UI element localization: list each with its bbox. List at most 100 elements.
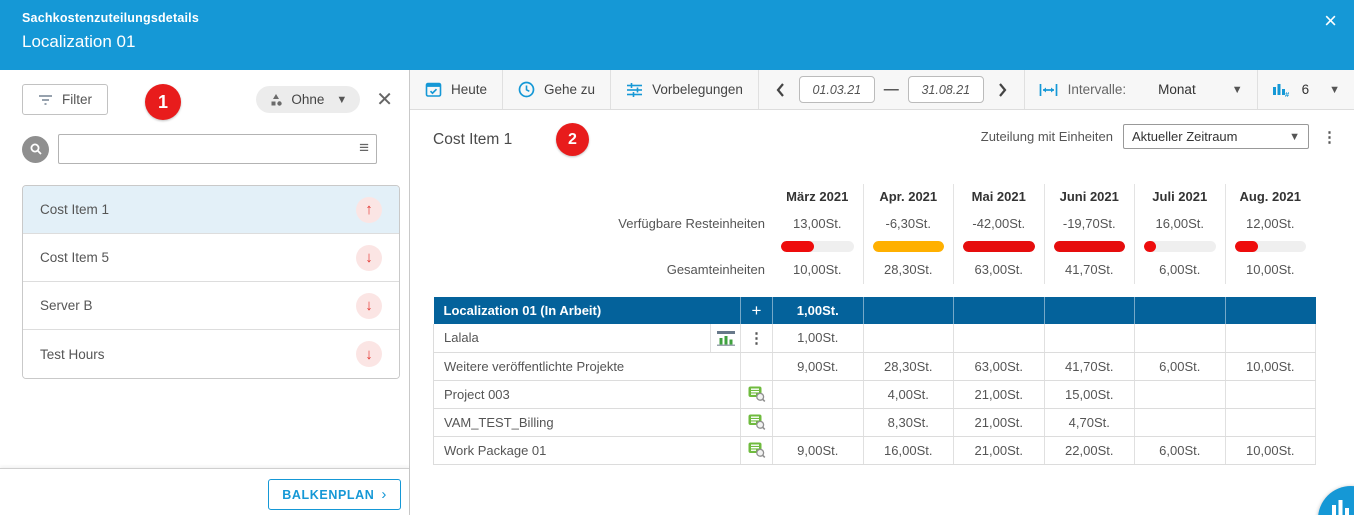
cell-value[interactable]	[1044, 324, 1135, 352]
today-button[interactable]: Heute	[410, 70, 503, 109]
table-row-other-projects[interactable]: Weitere veröffentlichte Projekte 9,00St.…	[434, 352, 1316, 380]
cell-value[interactable]	[954, 324, 1045, 352]
sidebar-controls: Filter Ohne ✕	[0, 70, 409, 115]
grouping-icon	[269, 93, 283, 107]
grouping-value: Ohne	[291, 92, 324, 107]
trend-up-icon: ↑	[356, 197, 382, 223]
available-units-label: Verfügbare Resteinheiten	[433, 209, 772, 238]
sidebar-search-row: ≡	[22, 134, 377, 164]
capacity-bar	[1134, 238, 1225, 255]
header-value	[863, 297, 954, 324]
sidebar-close-icon[interactable]: ✕	[376, 90, 393, 110]
date-range-dash: —	[884, 81, 899, 98]
header-value	[954, 297, 1045, 324]
period-select[interactable]: Aktueller Zeitraum	[1123, 124, 1309, 149]
filter-button[interactable]: Filter	[22, 84, 108, 115]
row-name: VAM_TEST_Billing	[434, 408, 741, 436]
prev-period-icon[interactable]	[770, 82, 790, 98]
row-menu-icon[interactable]	[746, 330, 767, 347]
month-header: Aug. 2021	[1225, 184, 1316, 209]
cell-value: 6,00St.	[1135, 436, 1226, 464]
chevron-down-icon	[1232, 84, 1243, 96]
chart-fab-button[interactable]	[1318, 486, 1354, 515]
total-value: 28,30St.	[863, 255, 954, 284]
interval-range-icon	[1039, 83, 1058, 97]
allocation-table: Localization 01 (In Arbeit) + 1,00St. La…	[433, 297, 1316, 465]
cell-value: 10,00St.	[1225, 352, 1316, 380]
search-options-icon[interactable]: ≡	[359, 138, 369, 158]
cell-value	[773, 380, 864, 408]
cell-value: 15,00St.	[1044, 380, 1135, 408]
available-value: 13,00St.	[772, 209, 863, 238]
cell-value[interactable]	[1135, 324, 1226, 352]
cell-value[interactable]	[863, 324, 954, 352]
capacity-bar	[953, 238, 1044, 255]
cell-value	[773, 408, 864, 436]
cell-value: 10,00St.	[1225, 436, 1316, 464]
table-row-vam-test-billing[interactable]: VAM_TEST_Billing 8,30St. 21,00St. 4,70St…	[434, 408, 1316, 436]
filter-label: Filter	[62, 92, 92, 107]
list-item-cost-item-1[interactable]: Cost Item 1 ↑	[23, 186, 399, 234]
sidebar: Filter Ohne ✕ 1 ≡	[0, 70, 410, 515]
svg-text:#: #	[1285, 90, 1290, 97]
next-period-icon[interactable]	[993, 82, 1013, 98]
more-options-icon[interactable]	[1319, 128, 1340, 146]
annotation-badge-2: 2	[556, 123, 589, 156]
document-preview-icon[interactable]	[748, 386, 766, 402]
cell-value[interactable]	[1225, 324, 1316, 352]
cell-value[interactable]: 1,00St.	[773, 324, 864, 352]
table-row-project-003[interactable]: Project 003 4,00St. 21,00St. 15,00St.	[434, 380, 1316, 408]
month-header: März 2021	[772, 184, 863, 209]
header-value	[1225, 297, 1316, 324]
total-value: 10,00St.	[1225, 255, 1316, 284]
month-header: Mai 2021	[953, 184, 1044, 209]
table-row-work-package-01[interactable]: Work Package 01 9,00St. 16,00St. 21,00St…	[434, 436, 1316, 464]
dialog-subtitle: Localization 01	[22, 32, 1354, 52]
date-to-input[interactable]	[908, 76, 984, 103]
available-value: 16,00St.	[1134, 209, 1225, 238]
capacity-bar	[863, 238, 954, 255]
cell-value: 21,00St.	[954, 436, 1045, 464]
cell-value: 4,70St.	[1044, 408, 1135, 436]
list-item-server-b[interactable]: Server B ↓	[23, 282, 399, 330]
trend-down-icon: ↓	[356, 341, 382, 367]
list-item-test-hours[interactable]: Test Hours ↓	[23, 330, 399, 378]
search-input[interactable]	[58, 134, 377, 164]
balkenplan-label: BALKENPLAN	[282, 488, 374, 502]
dialog-header: Sachkostenzuteilungsdetails Localization…	[0, 0, 1354, 70]
annotation-badge-1: 1	[145, 84, 181, 120]
month-header: Juni 2021	[1044, 184, 1135, 209]
balkenplan-button[interactable]: BALKENPLAN›	[268, 479, 401, 510]
cell-value: 8,30St.	[863, 408, 954, 436]
chart-count-value: 6	[1302, 82, 1310, 97]
allocation-label: Zuteilung mit Einheiten	[981, 129, 1113, 144]
cell-value: 63,00St.	[954, 352, 1045, 380]
presets-button[interactable]: Vorbelegungen	[611, 70, 759, 109]
chart-count-dropdown[interactable]: # 6	[1257, 70, 1354, 109]
filter-icon	[38, 94, 53, 106]
date-from-input[interactable]	[799, 76, 875, 103]
table-row-lalala[interactable]: Lalala 1,00St.	[434, 324, 1316, 352]
cost-item-list: Cost Item 1 ↑ Cost Item 5 ↓ Server B ↓ T…	[22, 185, 400, 379]
grouping-dropdown[interactable]: Ohne	[256, 86, 360, 113]
interval-dropdown[interactable]: Intervalle: Monat	[1024, 70, 1257, 109]
total-value: 41,70St.	[1044, 255, 1135, 284]
total-value: 63,00St.	[953, 255, 1044, 284]
total-value: 10,00St.	[772, 255, 863, 284]
add-row-button[interactable]: +	[741, 297, 773, 324]
search-icon[interactable]	[22, 136, 49, 163]
column-chart-icon[interactable]	[717, 331, 735, 346]
close-icon[interactable]: ×	[1324, 6, 1337, 37]
list-item-label: Cost Item 5	[40, 250, 109, 265]
summary-grid: März 2021 Apr. 2021 Mai 2021 Juni 2021 J…	[433, 184, 1354, 284]
cell-value: 16,00St.	[863, 436, 954, 464]
period-select-value: Aktueller Zeitraum	[1132, 129, 1237, 144]
document-preview-icon[interactable]	[748, 414, 766, 430]
available-value: -42,00St.	[953, 209, 1044, 238]
goto-button[interactable]: Gehe zu	[503, 70, 611, 109]
cell-value: 4,00St.	[863, 380, 954, 408]
chevron-down-icon	[1329, 84, 1340, 96]
row-name: Work Package 01	[434, 436, 741, 464]
list-item-cost-item-5[interactable]: Cost Item 5 ↓	[23, 234, 399, 282]
document-preview-icon[interactable]	[748, 442, 766, 458]
